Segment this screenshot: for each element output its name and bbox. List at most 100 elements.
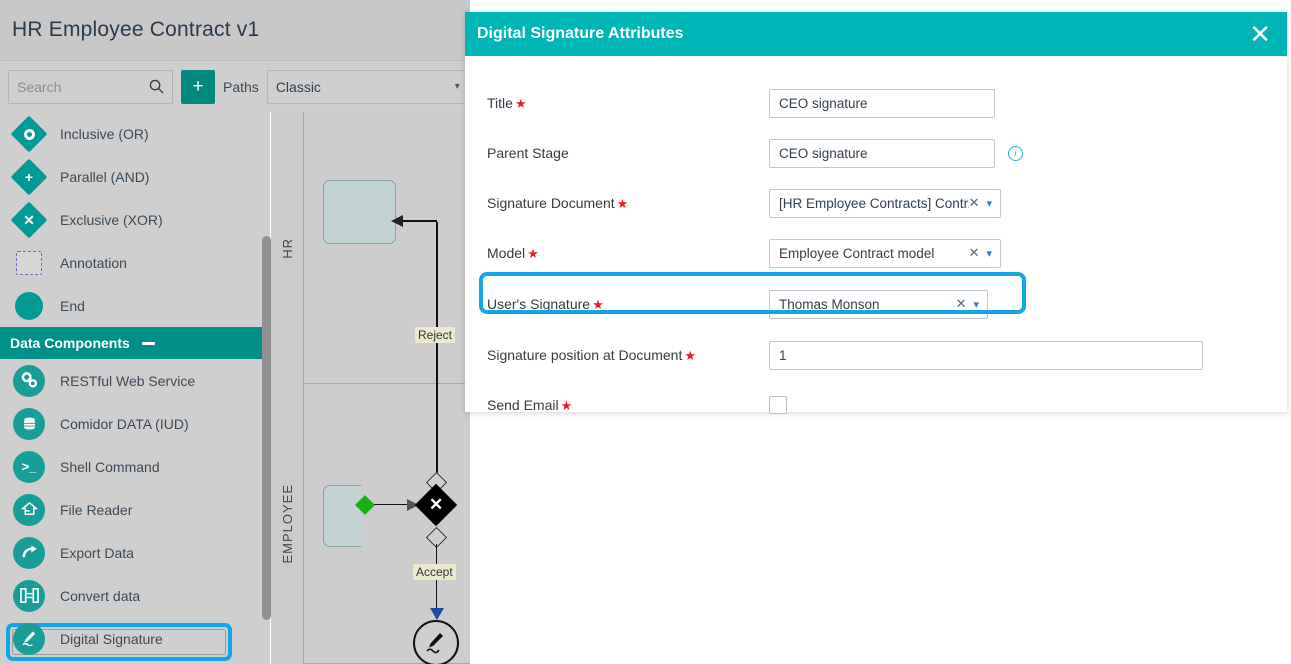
task-node-hr[interactable] xyxy=(323,180,396,244)
gears-glyph xyxy=(21,372,37,388)
title-input[interactable]: CEO signature xyxy=(769,88,995,118)
field-row-signature-document: Signature Document ★ [HR Employee Contrac… xyxy=(487,178,1265,228)
clear-icon[interactable]: ✕ xyxy=(956,296,967,312)
field-label-users-signature: User's Signature ★ xyxy=(487,296,769,313)
modal-title: Digital Signature Attributes xyxy=(477,25,684,42)
edge-label-reject: Reject xyxy=(415,327,456,343)
paths-select-value: Classic xyxy=(275,78,321,95)
signature-document-select[interactable]: [HR Employee Contracts] Contr... ✕ ▾ xyxy=(769,188,1001,218)
users-signature-select[interactable]: Thomas Monson ✕ ▾ xyxy=(769,289,988,319)
palette-item-file-reader[interactable]: File Reader xyxy=(0,488,265,531)
palette-section-title: Data Components xyxy=(10,335,130,351)
annotation-icon xyxy=(12,246,46,280)
palette-item-digital-signature[interactable]: Digital Signature xyxy=(0,617,265,660)
convert-glyph xyxy=(19,588,39,603)
edge-label-accept: Accept xyxy=(413,564,456,580)
signature-pen-icon xyxy=(426,633,443,654)
file-reader-icon xyxy=(12,493,46,527)
field-label-signature-position: Signature position at Document ★ xyxy=(487,347,769,364)
minus-icon[interactable] xyxy=(141,341,155,345)
arrow-head-reject xyxy=(391,215,403,227)
palette-item-shell-command[interactable]: >_ Shell Command xyxy=(0,445,265,488)
search-placeholder: Search xyxy=(17,78,62,95)
parent-stage-input[interactable]: CEO signature xyxy=(769,138,995,168)
palette-item-annotation[interactable]: Annotation xyxy=(0,241,265,284)
field-row-title: Title ★ CEO signature xyxy=(487,78,1265,128)
rest-web-service-icon xyxy=(12,364,46,398)
chevron-down-icon[interactable]: ▾ xyxy=(986,197,992,210)
field-row-send-email: Send Email ★ xyxy=(487,380,1265,430)
add-component-button[interactable]: + xyxy=(181,69,215,104)
search-input[interactable]: Search xyxy=(8,69,173,104)
modal-body: Title ★ CEO signature Parent Stage CEO si… xyxy=(465,56,1287,414)
field-row-users-signature: User's Signature ★ Thomas Monson ✕ ▾ xyxy=(487,278,1265,330)
palette-item-convert-data[interactable]: Convert data xyxy=(0,574,265,617)
palette-item-export-data[interactable]: Export Data xyxy=(0,531,265,574)
label-text: User's Signature xyxy=(487,295,591,312)
arrow-curve-glyph xyxy=(22,545,37,558)
lane-label: HR xyxy=(279,237,295,259)
palette-item-end[interactable]: End xyxy=(0,284,265,327)
modal-header: Digital Signature Attributes ✕ xyxy=(465,12,1287,56)
select-adornments: ✕ ▾ xyxy=(969,195,992,211)
lane-label: EMPLOYEE xyxy=(279,484,295,564)
app-title-bar: HR Employee Contract v1 xyxy=(0,0,470,60)
close-icon[interactable]: ✕ xyxy=(1249,21,1271,47)
select-adornments: ✕ ▾ xyxy=(969,245,992,261)
search-icon xyxy=(149,79,164,94)
palette-item-parallel-and[interactable]: + Parallel (AND) xyxy=(0,155,265,198)
digital-signature-icon xyxy=(12,622,46,656)
palette-item-inclusive-or[interactable]: Inclusive (OR) xyxy=(0,112,265,155)
required-marker: ★ xyxy=(514,95,527,111)
parent-stage-input-value: CEO signature xyxy=(779,145,868,161)
end-event-icon xyxy=(12,289,46,323)
task-node-employee[interactable] xyxy=(323,485,361,547)
digital-signature-attributes-modal[interactable]: Digital Signature Attributes ✕ Title ★ CE… xyxy=(465,12,1287,414)
file-reader-glyph xyxy=(20,501,38,516)
clear-icon[interactable]: ✕ xyxy=(969,245,980,261)
required-marker: ★ xyxy=(527,245,539,261)
paths-select[interactable]: Classic ▾ xyxy=(266,69,469,104)
parallel-gateway-icon: + xyxy=(10,158,48,195)
palette-item-label: Digital Signature xyxy=(60,630,163,647)
label-text: Title xyxy=(487,94,513,111)
info-icon[interactable]: i xyxy=(1008,145,1023,161)
palette-item-label: Export Data xyxy=(60,544,134,561)
palette-section-data-components[interactable]: Data Components xyxy=(0,327,265,359)
palette-item-comidor-data-iud[interactable]: Comidor DATA (IUD) xyxy=(0,402,265,445)
clear-icon[interactable]: ✕ xyxy=(969,195,980,211)
process-diagram-canvas[interactable]: HR EMPLOYEE Reject ✕ Accept xyxy=(271,112,470,664)
users-signature-value: Thomas Monson xyxy=(779,296,880,312)
palette-item-label: Inclusive (OR) xyxy=(60,125,149,142)
chevron-down-icon[interactable]: ▾ xyxy=(973,298,979,311)
send-email-checkbox[interactable] xyxy=(769,396,787,414)
required-marker: ★ xyxy=(560,397,573,413)
palette-item-label: Annotation xyxy=(60,254,127,271)
component-palette[interactable]: Inclusive (OR) + Parallel (AND) ✕ Exclus… xyxy=(0,112,265,664)
lane-header-hr: HR xyxy=(271,112,304,384)
exclusive-gateway-icon: ✕ xyxy=(10,201,48,238)
shell-glyph: >_ xyxy=(21,459,37,474)
palette-scrollbar-thumb[interactable] xyxy=(262,236,271,620)
model-select[interactable]: Employee Contract model ✕ ▾ xyxy=(769,238,1001,268)
palette-item-label: Shell Command xyxy=(60,458,160,475)
palette-item-exclusive-xor[interactable]: ✕ Exclusive (XOR) xyxy=(0,198,265,241)
field-label-parent-stage: Parent Stage xyxy=(487,145,569,161)
field-label-signature-document: Signature Document ★ xyxy=(487,195,769,212)
signature-position-value: 1 xyxy=(779,347,787,363)
required-marker: ★ xyxy=(616,195,629,211)
title-input-value: CEO signature xyxy=(779,95,868,111)
select-adornments: ✕ ▾ xyxy=(956,296,979,312)
field-row-parent-stage: Parent Stage CEO signature i xyxy=(487,128,1265,178)
paths-label: Paths xyxy=(223,78,259,95)
digital-signature-end-node[interactable] xyxy=(413,620,459,664)
gateway-glyph: ✕ xyxy=(428,495,444,514)
shell-command-icon: >_ xyxy=(12,450,46,484)
lane-header-employee: EMPLOYEE xyxy=(271,384,304,664)
palette-item-restful-web-service[interactable]: RESTful Web Service xyxy=(0,359,265,402)
signature-position-input[interactable]: 1 xyxy=(769,340,1203,370)
chevron-down-icon[interactable]: ▾ xyxy=(986,247,992,260)
designer-toolbar: Search + Paths Classic ▾ xyxy=(0,60,470,112)
palette-item-label: End xyxy=(60,297,85,314)
field-row-signature-position: Signature position at Document ★ 1 xyxy=(487,330,1265,380)
